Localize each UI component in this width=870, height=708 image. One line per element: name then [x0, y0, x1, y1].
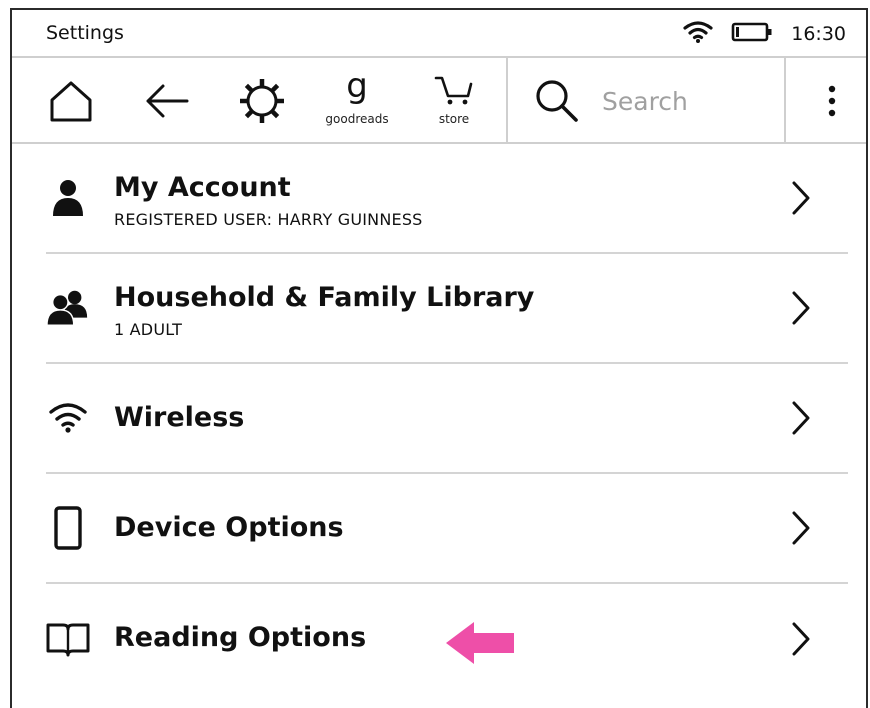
settings-item-subtitle: 1 ADULT: [114, 320, 183, 339]
chevron-right-icon: [792, 511, 810, 545]
status-time: 16:30: [791, 23, 846, 45]
device-screen: Settings 16:30 g goodreads store Search …: [10, 8, 868, 708]
toolbar-divider: [506, 58, 508, 142]
book-icon: [46, 617, 90, 661]
settings-item-household-family-library[interactable]: Household & Family Library 1 ADULT: [46, 254, 848, 364]
highlight-arrow-icon: [446, 622, 514, 664]
back-arrow-icon: [146, 84, 189, 118]
vertical-dots-icon: [828, 85, 836, 117]
goodreads-label: goodreads: [325, 112, 389, 126]
toolbar-divider: [784, 58, 786, 142]
status-title: Settings: [46, 22, 124, 44]
settings-item-subtitle: REGISTERED USER: HARRY GUINNESS: [114, 210, 423, 229]
settings-item-device-options[interactable]: Device Options: [46, 474, 848, 584]
people-icon: [46, 286, 90, 330]
gear-icon: [240, 79, 284, 123]
settings-item-my-account[interactable]: My Account REGISTERED USER: HARRY GUINNE…: [46, 144, 848, 254]
goodreads-button[interactable]: g goodreads: [314, 68, 400, 134]
settings-item-title: Household & Family Library: [114, 282, 535, 313]
battery-icon: [731, 21, 773, 47]
search-input[interactable]: [600, 84, 774, 118]
store-label: store: [438, 112, 470, 126]
search-icon: [536, 80, 578, 122]
settings-list: My Account REGISTERED USER: HARRY GUINNE…: [46, 144, 848, 694]
status-indicators: 16:30: [683, 20, 846, 48]
wifi-status-icon: [683, 20, 713, 48]
settings-item-wireless[interactable]: Wireless: [46, 364, 848, 474]
chevron-right-icon: [792, 181, 810, 215]
cart-icon: [434, 76, 473, 105]
status-bar: Settings 16:30: [12, 10, 866, 58]
goodreads-icon: g: [346, 66, 368, 106]
settings-item-title: Wireless: [114, 402, 245, 433]
settings-item-title: Device Options: [114, 512, 344, 543]
settings-item-reading-options[interactable]: Reading Options: [46, 584, 848, 694]
settings-button[interactable]: [236, 75, 288, 127]
store-button[interactable]: store: [422, 68, 486, 134]
back-button[interactable]: [142, 76, 192, 126]
chevron-right-icon: [792, 291, 810, 325]
device-icon: [46, 506, 90, 550]
home-icon: [50, 81, 92, 122]
menu-button[interactable]: [812, 78, 852, 124]
settings-item-title: Reading Options: [114, 622, 367, 653]
chevron-right-icon: [792, 401, 810, 435]
chevron-right-icon: [792, 622, 810, 656]
settings-item-title: My Account: [114, 172, 291, 203]
home-button[interactable]: [46, 76, 96, 126]
person-icon: [46, 176, 90, 220]
search-box[interactable]: [510, 58, 786, 142]
toolbar: g goodreads store: [12, 58, 866, 144]
wifi-icon: [46, 396, 90, 440]
